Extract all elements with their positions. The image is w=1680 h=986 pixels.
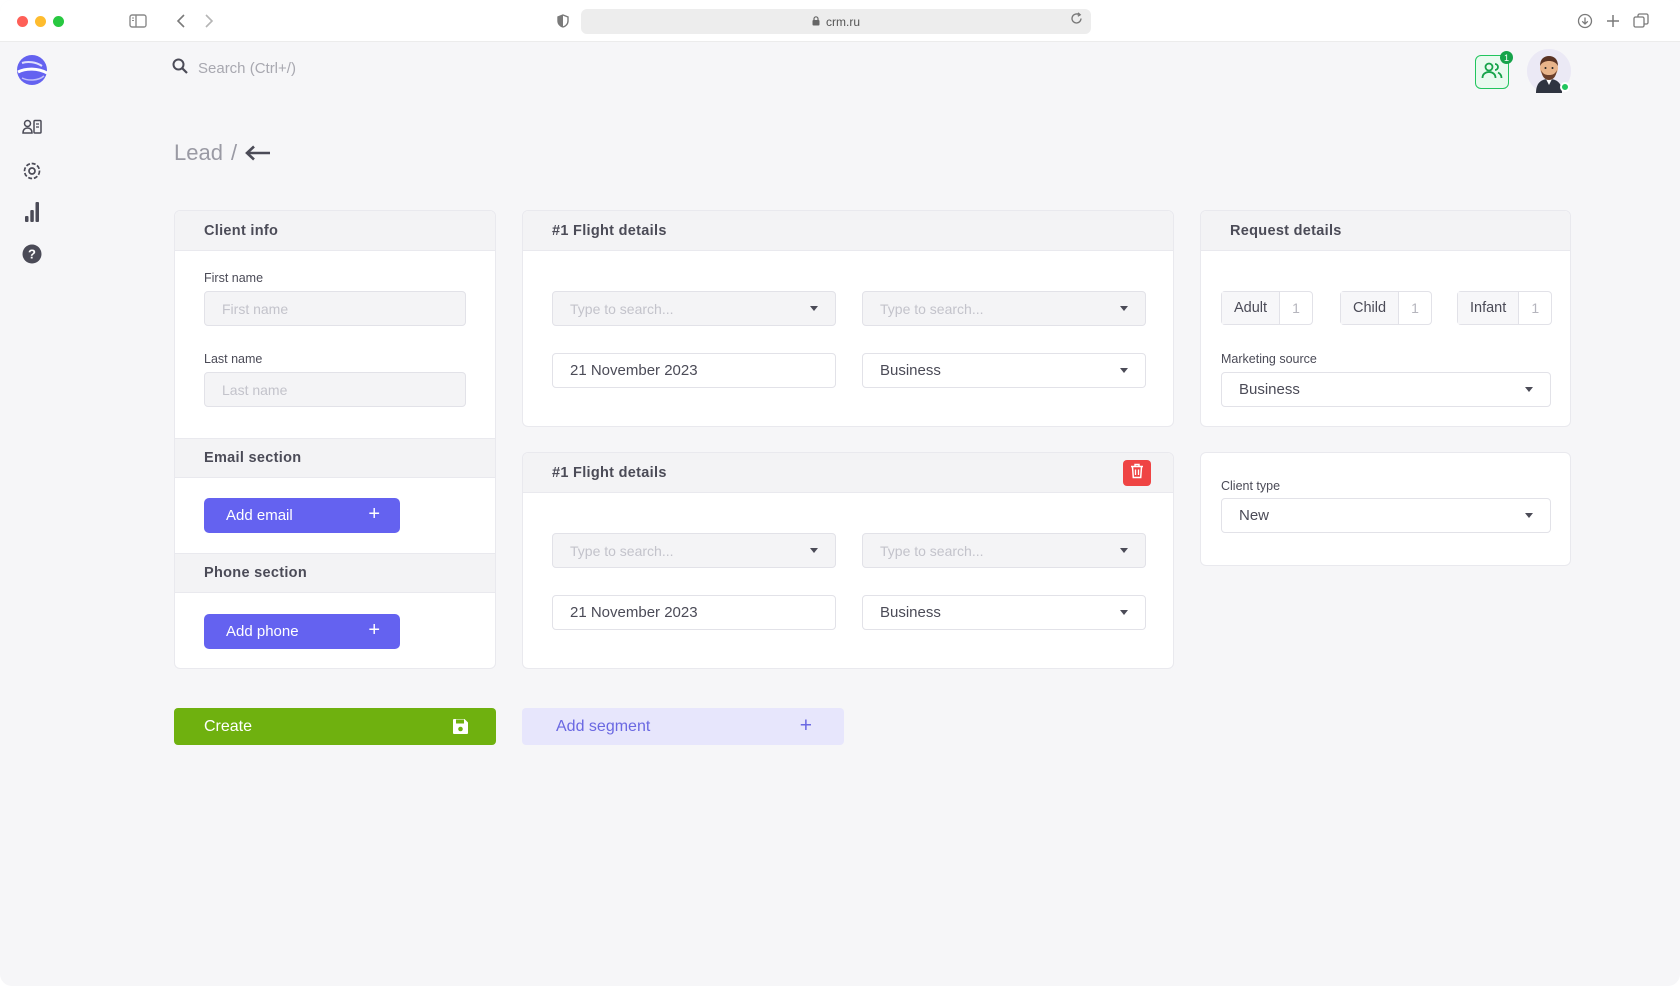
marketing-source-label: Marketing source: [1221, 352, 1317, 366]
flight-details-title: #1 Flight details: [523, 211, 1173, 251]
first-name-label: First name: [204, 271, 264, 285]
back-icon[interactable]: [170, 10, 192, 32]
contacts-icon[interactable]: [20, 115, 44, 139]
new-tab-icon[interactable]: [1602, 10, 1624, 32]
child-count-input[interactable]: 1: [1399, 292, 1431, 324]
client-info-title: Client info: [175, 211, 495, 251]
flight-date-field[interactable]: 21 November 2023: [552, 595, 836, 630]
search-input[interactable]: Search (Ctrl+/): [198, 60, 296, 77]
last-name-field[interactable]: Last name: [204, 372, 466, 407]
phone-section-title: Phone section: [175, 553, 495, 593]
flight-details-card-1: #1 Flight details Type to search... Type…: [522, 210, 1174, 427]
adult-count-input[interactable]: 1: [1280, 292, 1312, 324]
forward-icon[interactable]: [198, 10, 220, 32]
close-window-button[interactable]: [17, 16, 28, 27]
svg-text:?: ?: [28, 247, 36, 262]
arrival-airport-select[interactable]: Type to search...: [862, 533, 1146, 568]
delete-segment-button[interactable]: [1123, 460, 1151, 486]
online-status-indicator: [1560, 82, 1570, 92]
plus-icon: +: [368, 619, 380, 641]
sidebar-toggle-icon[interactable]: [127, 10, 149, 32]
breadcrumb-root[interactable]: Lead: [174, 140, 223, 166]
chevron-down-icon: [810, 306, 818, 311]
client-info-card: Client info First name First name Last n…: [174, 210, 496, 669]
maximize-window-button[interactable]: [53, 16, 64, 27]
adult-counter[interactable]: Adult 1: [1221, 291, 1314, 325]
add-phone-button[interactable]: Add phone +: [204, 614, 400, 649]
departure-airport-select[interactable]: Type to search...: [552, 291, 836, 326]
chevron-down-icon: [1120, 610, 1128, 615]
client-type-card: Client type New: [1200, 452, 1571, 566]
chevron-down-icon: [1120, 548, 1128, 553]
search-bar[interactable]: Search (Ctrl+/): [172, 58, 296, 78]
adult-label: Adult: [1222, 292, 1281, 324]
cabin-class-select[interactable]: Business: [862, 353, 1146, 388]
search-icon: [172, 58, 188, 78]
team-notifications-button[interactable]: 1: [1475, 51, 1513, 89]
add-phone-label: Add phone: [226, 623, 299, 640]
create-button[interactable]: Create: [174, 708, 496, 745]
team-icon: [1481, 62, 1503, 83]
arrival-airport-select[interactable]: Type to search...: [862, 291, 1146, 326]
plus-icon: +: [368, 503, 380, 525]
last-name-label: Last name: [204, 352, 263, 366]
chevron-down-icon: [1525, 387, 1533, 392]
cabin-class-select[interactable]: Business: [862, 595, 1146, 630]
client-type-select[interactable]: New: [1221, 498, 1551, 533]
flight-details-title: #1 Flight details: [552, 464, 667, 481]
url-text: crm.ru: [826, 14, 860, 29]
infant-count-input[interactable]: 1: [1519, 292, 1551, 324]
flight-date-field[interactable]: 21 November 2023: [552, 353, 836, 388]
save-icon: [452, 718, 469, 740]
reload-icon[interactable]: [1070, 12, 1083, 28]
shield-icon: [552, 10, 574, 32]
child-counter[interactable]: Child 1: [1340, 291, 1433, 325]
breadcrumb: Lead /: [174, 140, 271, 166]
add-email-label: Add email: [226, 507, 293, 524]
chevron-down-icon: [810, 548, 818, 553]
arrow-left-icon[interactable]: [245, 145, 271, 161]
analytics-icon[interactable]: [20, 200, 44, 224]
chevron-down-icon: [1525, 513, 1533, 518]
add-email-button[interactable]: Add email +: [204, 498, 400, 533]
add-segment-button[interactable]: Add segment +: [522, 708, 844, 745]
trash-icon: [1130, 463, 1144, 483]
minimize-window-button[interactable]: [35, 16, 46, 27]
notification-badge: 1: [1500, 51, 1513, 64]
child-label: Child: [1341, 292, 1400, 324]
app-window: crm.ru ? Search (Ctrl+/) 1 Lead / Client…: [0, 0, 1680, 986]
settings-icon[interactable]: [20, 159, 44, 183]
help-icon[interactable]: ?: [20, 242, 44, 266]
add-segment-label: Add segment: [556, 717, 651, 735]
marketing-source-select[interactable]: Business: [1221, 372, 1551, 407]
flight-details-card-2: #1 Flight details Type to search... Type…: [522, 452, 1174, 669]
browser-toolbar: crm.ru: [0, 0, 1680, 42]
chevron-down-icon: [1120, 306, 1128, 311]
request-details-card: Request details Adult 1 Child 1 Infant 1…: [1200, 210, 1571, 427]
infant-label: Infant: [1458, 292, 1520, 324]
tabs-icon[interactable]: [1630, 10, 1652, 32]
flight-details-header: #1 Flight details: [523, 453, 1173, 493]
infant-counter[interactable]: Infant 1: [1457, 291, 1553, 325]
address-bar[interactable]: crm.ru: [581, 9, 1091, 34]
breadcrumb-separator: /: [230, 140, 238, 165]
logo-icon[interactable]: [16, 54, 48, 86]
request-details-title: Request details: [1201, 211, 1570, 251]
plus-icon: +: [799, 714, 812, 737]
create-label: Create: [204, 717, 253, 735]
first-name-field[interactable]: First name: [204, 291, 466, 326]
client-type-label: Client type: [1221, 479, 1281, 493]
departure-airport-select[interactable]: Type to search...: [552, 533, 836, 568]
lock-icon: [812, 15, 820, 29]
chevron-down-icon: [1120, 368, 1128, 373]
email-section-title: Email section: [175, 438, 495, 478]
avatar[interactable]: [1527, 49, 1571, 93]
download-icon[interactable]: [1574, 10, 1596, 32]
